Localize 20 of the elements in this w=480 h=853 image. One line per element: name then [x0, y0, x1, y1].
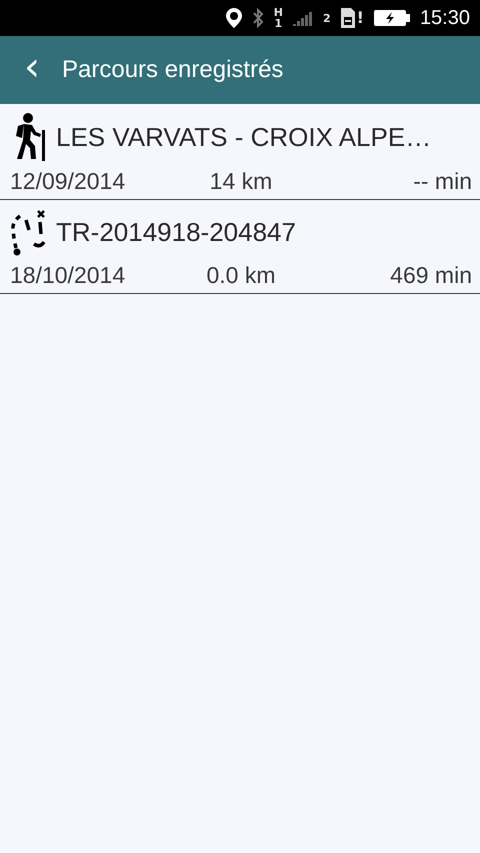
track-name[interactable]: LES VARVATS - CROIX ALPE… [56, 122, 432, 152]
back-button[interactable]: ‹ [20, 47, 44, 93]
track-duration: -- min [412, 168, 472, 195]
network-type: H [274, 7, 283, 18]
track-name[interactable]: TR-2014918-204847 [56, 216, 296, 248]
signal-icon [292, 10, 313, 26]
location-icon [226, 8, 242, 28]
battery-charging-icon [374, 10, 410, 26]
sim-label: 2 [322, 12, 331, 24]
track-date: 12/09/2014 [10, 168, 126, 195]
sim-slot: 1 [274, 18, 282, 29]
track-date: 18/10/2014 [10, 262, 126, 289]
sim-card-icon [340, 8, 355, 28]
track-distance: 0.0 km [205, 262, 277, 289]
clock: 15:30 [420, 6, 470, 30]
screen-title: Parcours enregistrés [62, 56, 284, 84]
track-duration: 469 min [389, 262, 472, 289]
bluetooth-icon [252, 8, 264, 28]
track-distance: 14 km [208, 168, 274, 195]
alert-mark-text: ! [356, 10, 364, 26]
